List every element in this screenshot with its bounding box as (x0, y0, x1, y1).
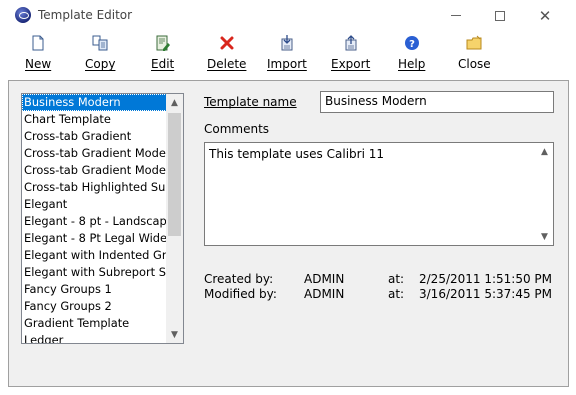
copy-label: Copy (85, 57, 116, 71)
list-item[interactable]: Cross-tab Gradient Modern (22, 162, 167, 179)
template-name-label: Template name (204, 95, 297, 109)
import-label: Import (267, 57, 307, 71)
comments-label: Comments (204, 122, 269, 136)
import-icon (279, 35, 295, 51)
list-item[interactable]: Cross-tab Highlighted Subtotals (22, 179, 167, 196)
list-item[interactable]: Fancy Groups 2 (22, 298, 167, 315)
list-item[interactable]: Elegant with Subreport Spacing (22, 264, 167, 281)
list-item[interactable]: Gradient Template (22, 315, 167, 332)
new-document-icon (30, 35, 46, 51)
edit-label: Edit (151, 57, 175, 71)
list-item[interactable]: Chart Template (22, 111, 167, 128)
close-folder-icon (466, 35, 482, 51)
modified-by-label: Modified by: (204, 287, 277, 301)
comments-text: This template uses Calibri 11 (209, 147, 384, 161)
list-item[interactable]: Fancy Groups 1 (22, 281, 167, 298)
scroll-down-icon[interactable]: ▼ (536, 228, 553, 245)
copy-documents-icon (92, 35, 108, 51)
copy-button[interactable]: Copy (85, 35, 115, 73)
scrollbar-thumb[interactable] (168, 113, 181, 236)
list-item[interactable]: Business Modern (22, 94, 167, 111)
list-item[interactable]: Cross-tab Gradient (22, 128, 167, 145)
scroll-down-icon[interactable]: ▼ (166, 326, 183, 343)
export-label: Export (331, 57, 371, 71)
modified-at-label: at: (388, 287, 405, 301)
created-by-label: Created by: (204, 272, 274, 286)
template-list[interactable]: Business Modern Chart Template Cross-tab… (21, 93, 184, 344)
created-at-value: 2/25/2011 1:51:50 PM (419, 272, 553, 286)
modified-by-value: ADMIN (304, 287, 345, 301)
edit-document-icon (155, 35, 171, 51)
close-label: Close (458, 57, 491, 71)
list-scrollbar[interactable]: ▲ ▼ (166, 94, 183, 343)
created-at-label: at: (388, 272, 405, 286)
close-window-button[interactable]: ✕ (522, 0, 568, 31)
help-button[interactable]: ? Help (398, 35, 425, 73)
edit-button[interactable]: Edit (151, 35, 174, 73)
modified-at-value: 3/16/2011 5:37:45 PM (419, 287, 553, 301)
comments-textarea[interactable]: This template uses Calibri 11 ▲ ▼ (204, 142, 554, 246)
svg-text:?: ? (409, 39, 415, 50)
new-label: New (25, 57, 52, 71)
delete-x-icon (219, 35, 235, 51)
list-item[interactable]: Ledger (22, 332, 167, 343)
title-bar: Template Editor ✕ (0, 0, 576, 31)
template-name-label-text: Template name (204, 95, 297, 109)
maximize-button[interactable] (477, 0, 523, 31)
window-title: Template Editor (38, 8, 133, 22)
minimize-icon (451, 15, 461, 16)
list-item[interactable]: Cross-tab Gradient Modern (22, 145, 167, 162)
toolbar: New Copy Edit Delete Import Export ? Hel… (8, 31, 568, 73)
delete-label: Delete (207, 57, 247, 71)
editor-panel: Business Modern Chart Template Cross-tab… (8, 80, 569, 387)
export-icon (343, 35, 359, 51)
scroll-up-icon[interactable]: ▲ (166, 94, 183, 111)
app-globe-icon (15, 7, 31, 23)
help-label: Help (398, 57, 426, 71)
template-editor-window: Template Editor ✕ New Copy Edit Delete I… (0, 0, 576, 395)
comments-label-text: Comments (204, 122, 270, 136)
close-icon: ✕ (538, 6, 552, 25)
help-question-icon: ? (404, 35, 420, 51)
list-item[interactable]: Elegant - 8 pt - Landscape (22, 213, 167, 230)
created-by-value: ADMIN (304, 272, 345, 286)
scroll-up-icon[interactable]: ▲ (536, 143, 553, 160)
maximize-icon (495, 10, 505, 21)
minimize-button[interactable] (433, 0, 479, 31)
new-button[interactable]: New (25, 35, 51, 73)
template-name-input[interactable]: Business Modern (320, 91, 554, 113)
delete-button[interactable]: Delete (207, 35, 246, 73)
export-button[interactable]: Export (331, 35, 370, 73)
import-button[interactable]: Import (267, 35, 307, 73)
close-button[interactable]: Close (458, 35, 491, 73)
list-item[interactable]: Elegant - 8 Pt Legal Wide (22, 230, 167, 247)
list-item[interactable]: Elegant (22, 196, 167, 213)
comments-scrollbar[interactable]: ▲ ▼ (536, 143, 553, 245)
list-item[interactable]: Elegant with Indented Groups (22, 247, 167, 264)
